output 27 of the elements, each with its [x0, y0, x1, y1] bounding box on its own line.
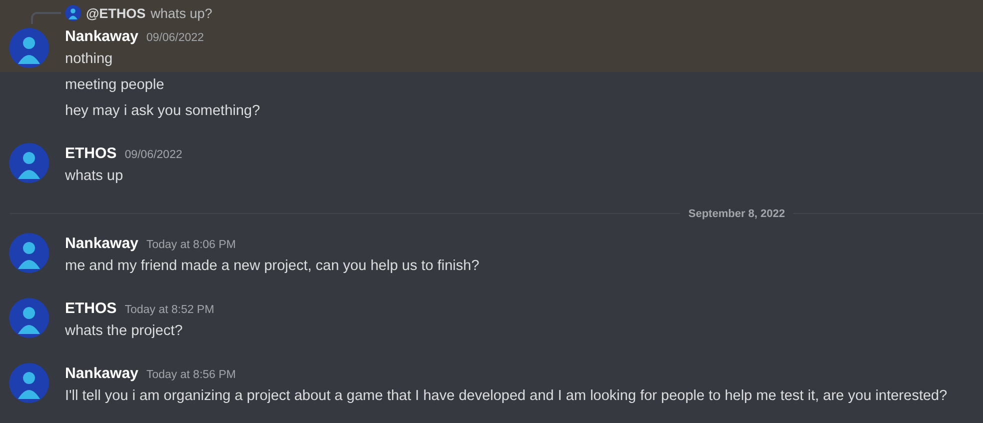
timestamp: Today at 8:06 PM	[146, 238, 236, 253]
timestamp: 09/06/2022	[124, 148, 182, 163]
avatar	[9, 28, 49, 68]
avatar	[9, 363, 49, 403]
reply-connector	[31, 12, 61, 24]
message-text: meeting people	[65, 76, 166, 95]
message-text: nothing	[65, 50, 114, 69]
message-text: whats up	[65, 167, 124, 186]
avatar	[9, 298, 49, 338]
username[interactable]: ETHOS	[65, 298, 117, 320]
date-divider: September 8, 2022	[687, 206, 786, 220]
avatar	[65, 5, 81, 21]
message-text: hey may i ask you something?	[65, 102, 262, 121]
timestamp: 09/06/2022	[146, 31, 204, 46]
username[interactable]: Nankaway	[65, 363, 138, 385]
username[interactable]: Nankaway	[65, 26, 138, 48]
message-text: me and my friend made a new project, can you help us to finish?	[65, 257, 480, 276]
username[interactable]: Nankaway	[65, 233, 138, 255]
message-text: whats the project?	[65, 322, 184, 341]
reply-preview[interactable]: whats up?	[150, 6, 212, 20]
avatar	[9, 143, 49, 183]
username[interactable]: ETHOS	[65, 143, 117, 165]
message-text: I'll tell you i am organizing a project about a game that I have developed and I am looking for people to help me test it, are you interested?	[65, 387, 948, 406]
avatar	[9, 233, 49, 273]
timestamp: Today at 8:52 PM	[124, 303, 214, 318]
timestamp: Today at 8:56 PM	[146, 368, 236, 383]
reply-author[interactable]: @ETHOS	[86, 6, 146, 20]
